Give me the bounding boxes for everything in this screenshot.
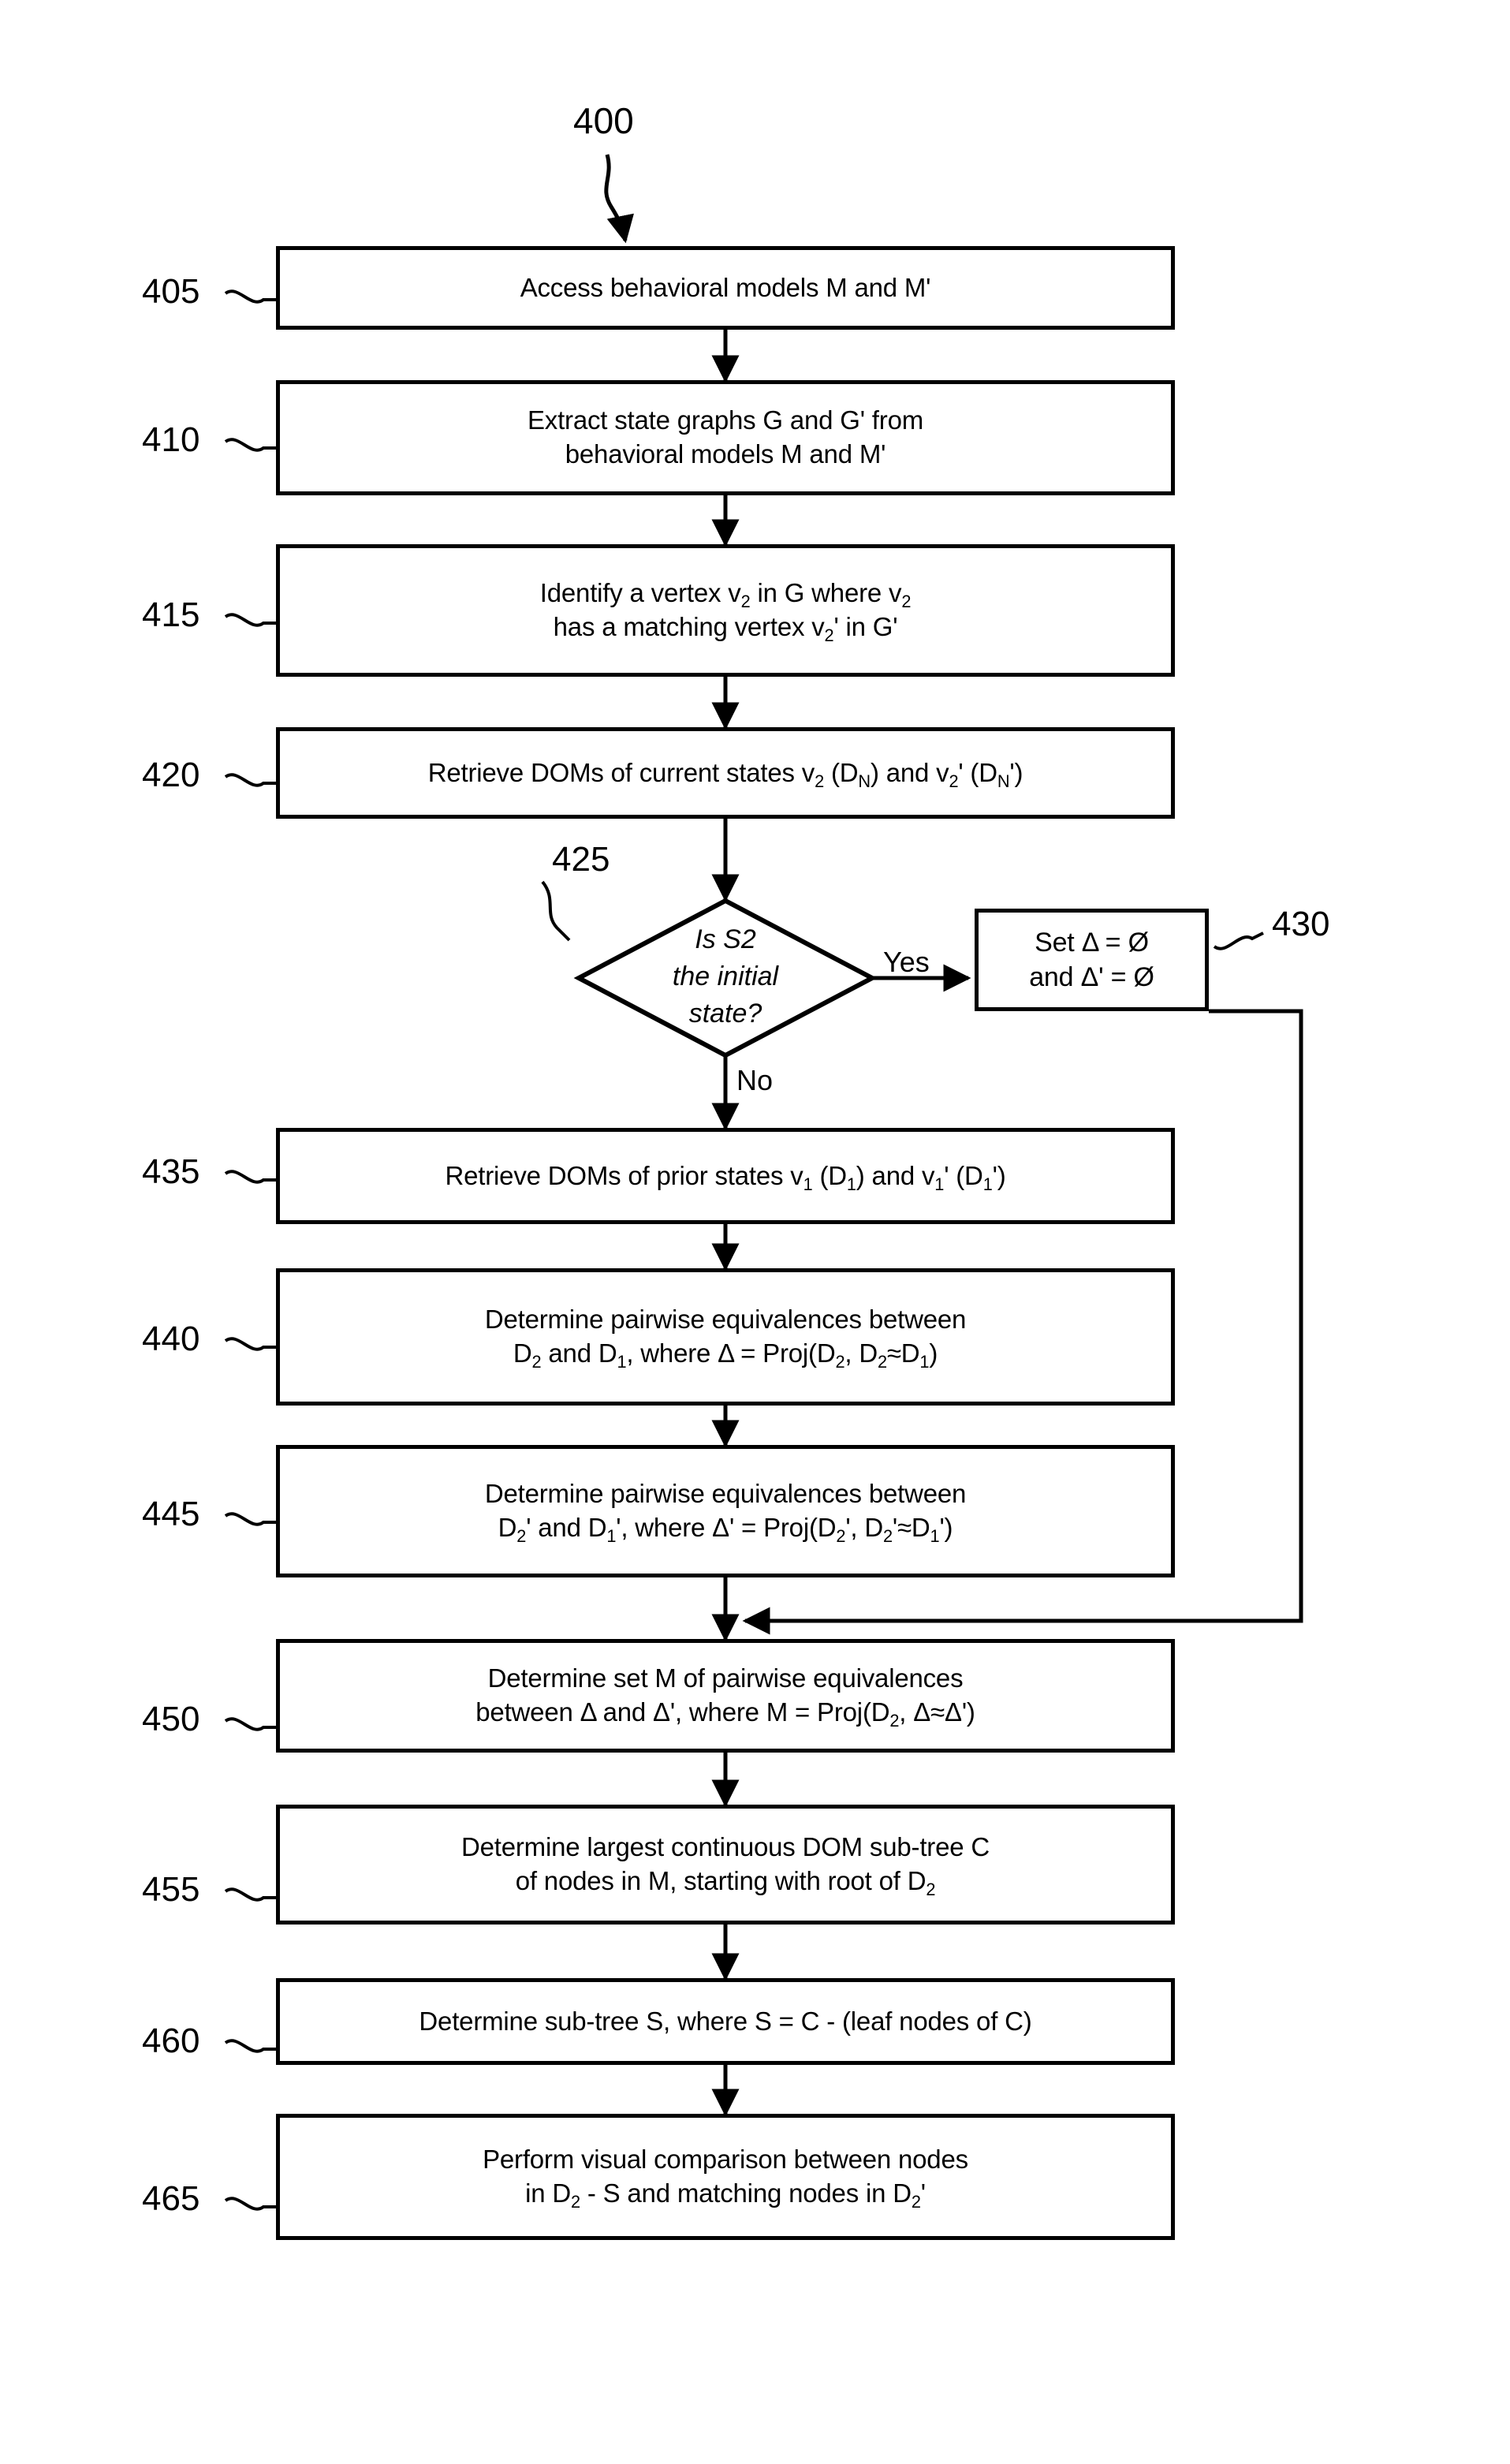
ref-label-440: 440 — [142, 1320, 200, 1358]
decision-node-425-text: Is S2 the initial state? — [672, 924, 779, 1029]
figure-lead-line — [604, 154, 634, 244]
ref-label-410: 410 — [142, 420, 200, 459]
process-node-460-text: Determine sub-tree S, where S = C - (lea… — [419, 2006, 1032, 2036]
ref-leader-415 — [224, 613, 276, 627]
figure-number: 400 — [573, 100, 634, 141]
ref-leader-410 — [224, 438, 276, 452]
process-node-420[interactable]: Retrieve DOMs of current states v2 (DN) … — [276, 727, 1175, 819]
process-node-430[interactable]: Set Δ = Øand Δ' = Ø — [975, 909, 1209, 1011]
process-node-450[interactable]: Determine set M of pairwise equivalences… — [276, 1639, 1175, 1753]
ref-label-420: 420 — [142, 756, 200, 794]
ref-label-445: 445 — [142, 1495, 200, 1533]
process-node-405[interactable]: Access behavioral models M and M' — [276, 246, 1175, 330]
ref-leader-465 — [224, 2197, 276, 2211]
process-node-460[interactable]: Determine sub-tree S, where S = C - (lea… — [276, 1978, 1175, 2065]
ref-leader-460 — [224, 2039, 276, 2053]
process-node-415[interactable]: Identify a vertex v2 in G where v2 has a … — [276, 544, 1175, 677]
process-node-440-text: Determine pairwise equivalences between D… — [484, 1305, 967, 1372]
ref-label-465: 465 — [142, 2179, 200, 2218]
ref-label-455: 455 — [142, 1870, 200, 1909]
process-node-410[interactable]: Extract state graphs G and G' from behavi… — [276, 380, 1175, 495]
process-node-465[interactable]: Perform visual comparison between nodes i… — [276, 2114, 1175, 2240]
ref-label-415: 415 — [142, 595, 200, 634]
ref-label-460: 460 — [142, 2022, 200, 2060]
ref-leader-405 — [224, 289, 276, 304]
ref-leader-430 — [1213, 931, 1264, 950]
flowchart-canvas: 400 Access behavioral models M and M' 40… — [0, 0, 1510, 2464]
process-node-420-text: Retrieve DOMs of current states v2 (DN) … — [427, 757, 1023, 791]
ref-label-450: 450 — [142, 1700, 200, 1738]
ref-label-405: 405 — [142, 272, 200, 311]
ref-leader-445 — [224, 1512, 276, 1526]
process-node-455-text: Determine largest continuous DOM sub-tre… — [460, 1832, 990, 1899]
process-node-445[interactable]: Determine pairwise equivalences between D… — [276, 1445, 1175, 1577]
process-node-450-text: Determine set M of pairwise equivalences… — [475, 1663, 975, 1730]
process-node-405-text: Access behavioral models M and M' — [520, 272, 931, 302]
ref-leader-435 — [224, 1170, 276, 1184]
edge-label-no: No — [736, 1064, 774, 1096]
process-node-435[interactable]: Retrieve DOMs of prior states v1 (D1) an… — [276, 1128, 1175, 1224]
process-node-455[interactable]: Determine largest continuous DOM sub-tre… — [276, 1805, 1175, 1925]
process-node-465-text: Perform visual comparison between nodes i… — [483, 2145, 968, 2212]
process-node-440[interactable]: Determine pairwise equivalences between D… — [276, 1268, 1175, 1406]
edge-label-yes: Yes — [883, 946, 930, 978]
flowchart-connectors — [224, 154, 1303, 2211]
ref-leader-450 — [224, 1717, 276, 1731]
ref-label-425: 425 — [552, 840, 610, 879]
process-node-410-text: Extract state graphs G and G' from behavi… — [527, 405, 924, 469]
process-node-415-text: Identify a vertex v2 in G where v2 has a … — [539, 578, 912, 645]
process-node-445-text: Determine pairwise equivalences between D… — [484, 1479, 967, 1546]
ref-label-435: 435 — [142, 1152, 200, 1191]
ref-leader-420 — [224, 773, 276, 787]
process-node-430-text: Set Δ = Øand Δ' = Ø — [1029, 927, 1154, 992]
ref-leader-440 — [224, 1337, 276, 1351]
process-node-435-text: Retrieve DOMs of prior states v1 (D1) an… — [445, 1160, 1006, 1194]
ref-leader-455 — [224, 1887, 276, 1902]
ref-label-430: 430 — [1272, 905, 1330, 943]
ref-leader-425 — [541, 880, 571, 942]
